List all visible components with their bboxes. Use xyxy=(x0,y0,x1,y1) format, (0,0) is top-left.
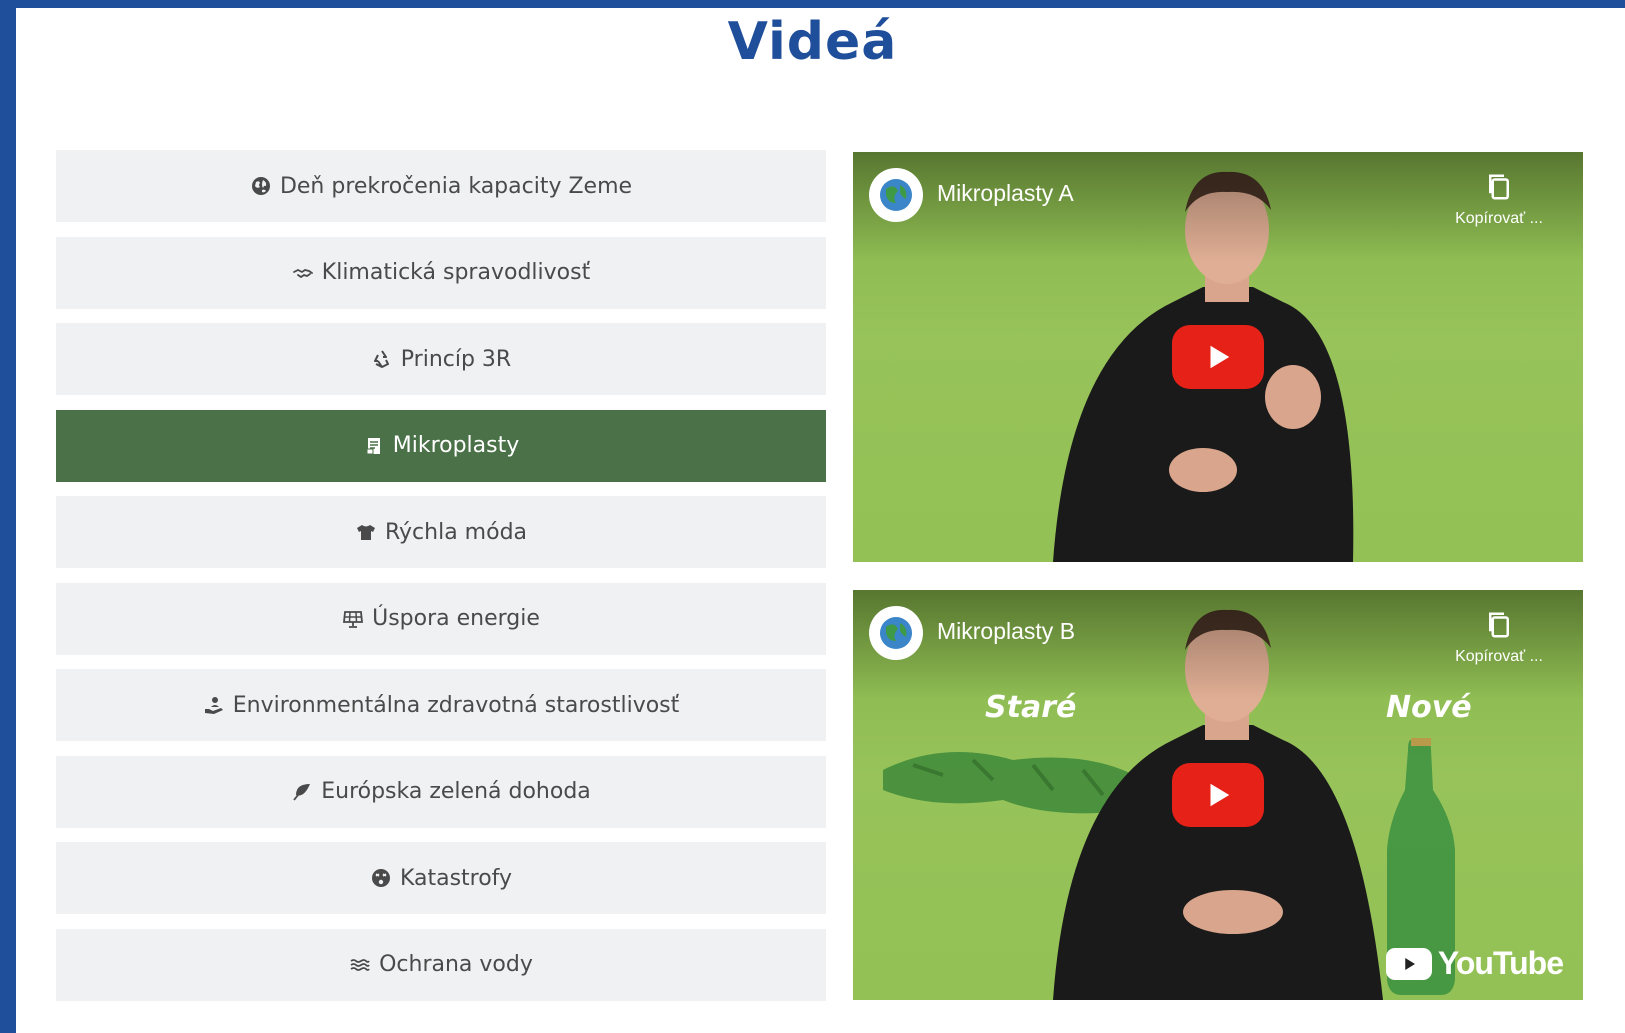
topic-item-water-protection[interactable]: Ochrana vody xyxy=(56,928,826,1001)
overlay-label-old: Staré xyxy=(985,690,1077,725)
copy-label: Kopírovať ... xyxy=(1455,648,1543,665)
angry-face-icon xyxy=(370,867,392,889)
topic-label: Deň prekročenia kapacity Zeme xyxy=(279,173,633,199)
document-icon xyxy=(363,435,385,457)
topic-label: Katastrofy xyxy=(399,865,513,891)
channel-avatar[interactable] xyxy=(869,168,923,222)
topic-label: Environmentálna zdravotná starostlivosť xyxy=(232,692,680,718)
overlay-label-new: Nové xyxy=(1386,690,1472,725)
water-icon xyxy=(349,954,371,976)
topic-label: Rýchla móda xyxy=(384,519,528,545)
globe-logo-icon xyxy=(880,179,912,211)
topic-label: Klimatická spravodlivosť xyxy=(321,260,591,285)
youtube-logo[interactable]: YouTube xyxy=(1385,945,1564,982)
globe-logo-icon xyxy=(880,617,912,649)
copy-link-button[interactable]: Kopírovať ... xyxy=(1439,606,1559,666)
earth-icon xyxy=(250,175,272,197)
youtube-wordmark: YouTube xyxy=(1437,945,1564,981)
topic-item-earth-overshoot-day[interactable]: Deň prekročenia kapacity Zeme xyxy=(56,150,826,222)
topic-label: Princíp 3R xyxy=(400,346,512,372)
topic-label: Úspora energie xyxy=(372,606,540,631)
topic-label: Ochrana vody xyxy=(379,952,533,977)
leaf-icon xyxy=(291,781,313,803)
recycle-icon xyxy=(371,348,393,370)
play-button[interactable] xyxy=(1172,763,1264,827)
play-icon xyxy=(1210,345,1230,369)
video-title[interactable]: Mikroplasty B xyxy=(937,618,1075,645)
copy-label: Kopírovať ... xyxy=(1455,210,1543,227)
topic-item-microplastics[interactable]: Mikroplasty xyxy=(56,409,826,482)
topic-item-european-green-deal[interactable]: Európska zelená dohoda xyxy=(56,755,826,828)
top-border xyxy=(0,0,1625,8)
topic-list: Deň prekročenia kapacity Zeme Klimatická… xyxy=(56,150,826,1015)
youtube-play-icon xyxy=(1385,947,1432,980)
video-player-b[interactable]: Staré Nové Mikroplasty B Kopírovať ... Y… xyxy=(853,590,1583,1000)
solar-panel-icon xyxy=(342,608,364,630)
copy-icon xyxy=(1489,612,1509,638)
video-title[interactable]: Mikroplasty A xyxy=(937,180,1074,207)
topic-label: Európska zelená dohoda xyxy=(321,779,591,804)
tshirt-icon xyxy=(355,521,377,543)
hand-holding-person-icon xyxy=(203,694,225,716)
play-icon xyxy=(1210,783,1230,807)
topic-item-disasters[interactable]: Katastrofy xyxy=(56,842,826,914)
topic-item-fast-fashion[interactable]: Rýchla móda xyxy=(56,496,826,568)
page-title: Videá xyxy=(727,12,898,72)
video-player-a[interactable]: Mikroplasty A Kopírovať ... xyxy=(853,152,1583,562)
left-border xyxy=(0,0,16,1033)
topic-item-energy-saving[interactable]: Úspora energie xyxy=(56,582,826,655)
copy-icon xyxy=(1489,174,1509,200)
topic-item-principle-3r[interactable]: Princíp 3R xyxy=(56,323,826,395)
topic-label: Mikroplasty xyxy=(392,433,520,458)
copy-link-button[interactable]: Kopírovať ... xyxy=(1439,168,1559,228)
topic-item-environmental-health[interactable]: Environmentálna zdravotná starostlivosť xyxy=(56,669,826,741)
topic-item-climate-justice[interactable]: Klimatická spravodlivosť xyxy=(56,236,826,309)
handshake-icon xyxy=(292,262,314,284)
play-button[interactable] xyxy=(1172,325,1264,389)
channel-avatar[interactable] xyxy=(869,606,923,660)
